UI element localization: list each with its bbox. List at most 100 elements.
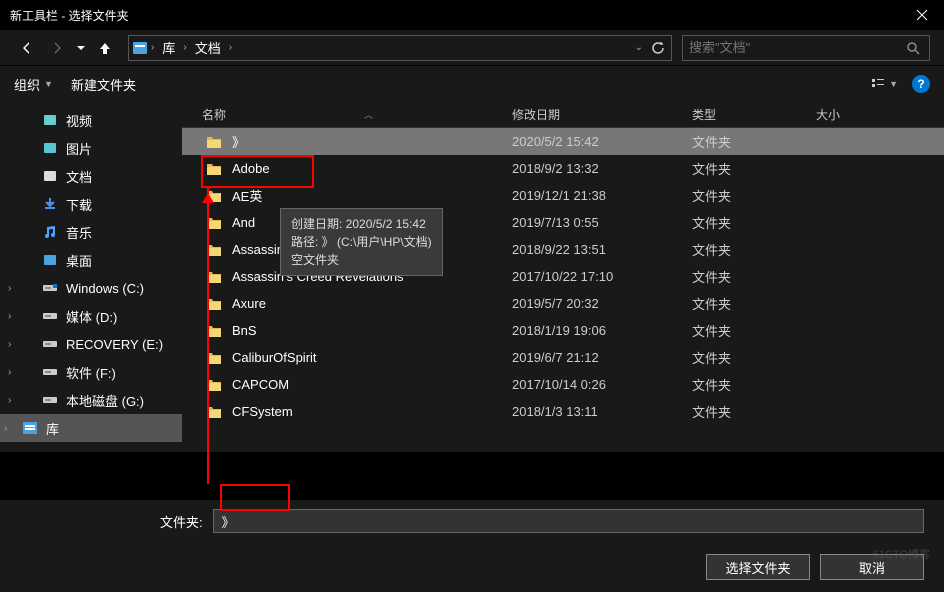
file-name: CaliburOfSpirit: [232, 350, 317, 365]
organize-button[interactable]: 组织▼: [14, 75, 53, 94]
file-date: 2018/1/19 19:06: [512, 323, 692, 338]
sidebar-item-label: 视频: [66, 111, 92, 130]
search-input[interactable]: [689, 40, 903, 55]
sidebar: 视频图片文档下载音乐桌面 › Windows (C:) › 媒体 (D:) ›RECOVE…: [0, 102, 182, 452]
file-row[interactable]: Adobe2018/9/2 13:32文件夹: [182, 155, 944, 182]
file-type: 文件夹: [692, 267, 816, 286]
file-date: 2018/1/3 13:11: [512, 404, 692, 419]
sidebar-item-label: 音乐: [66, 223, 92, 242]
folder-icon: [206, 243, 222, 257]
sidebar-item[interactable]: 图片: [0, 134, 182, 162]
folder-input[interactable]: [213, 509, 924, 533]
sidebar-item-label: 软件 (F:): [66, 363, 116, 382]
file-date: 2019/6/7 21:12: [512, 350, 692, 365]
chevron-right-icon: ›: [229, 42, 232, 53]
chevron-right-icon: ›: [8, 339, 11, 350]
sidebar-item-label: Windows (C:): [66, 281, 144, 296]
file-row[interactable]: CFSystem 2018/1/3 13:11文件夹: [182, 398, 944, 425]
folder-icon: [206, 270, 222, 284]
search-box[interactable]: [682, 35, 930, 61]
file-date: 2020/5/2 15:42: [512, 134, 692, 149]
sidebar-item-label: 下载: [66, 195, 92, 214]
folder-icon: [206, 351, 222, 365]
sidebar-item-label: 库: [46, 419, 59, 438]
nav-recent[interactable]: [74, 35, 88, 61]
file-type: 文件夹: [692, 294, 816, 313]
file-type: 文件夹: [692, 240, 816, 259]
file-date: 2017/10/22 17:10: [512, 269, 692, 284]
sidebar-item[interactable]: ›库: [0, 414, 182, 442]
breadcrumb[interactable]: › 库 › 文档 › ⌄: [128, 35, 672, 61]
chevron-right-icon: ›: [8, 395, 11, 406]
breadcrumb-seg-documents[interactable]: 文档: [187, 38, 229, 57]
file-type: 文件夹: [692, 375, 816, 394]
file-list: 》2020/5/2 15:42文件夹Adobe2018/9/2 13:32文件夹…: [182, 128, 944, 425]
library-icon: [129, 37, 151, 59]
file-row[interactable]: CAPCOM2017/10/14 0:26文件夹: [182, 371, 944, 398]
folder-icon: [206, 297, 222, 311]
chevron-right-icon: ›: [8, 311, 11, 322]
file-row[interactable]: CaliburOfSpirit 2019/6/7 21:12文件夹: [182, 344, 944, 371]
chevron-down-icon[interactable]: ⌄: [635, 42, 643, 53]
search-icon[interactable]: [903, 41, 923, 55]
file-name: CAPCOM: [232, 377, 289, 392]
file-row[interactable]: 》2020/5/2 15:42文件夹: [182, 128, 944, 155]
sidebar-item[interactable]: › 本地磁盘 (G:): [0, 386, 182, 414]
chevron-right-icon: ›: [8, 367, 11, 378]
column-header-type[interactable]: 类型: [692, 106, 816, 123]
folder-icon: [206, 378, 222, 392]
sidebar-item[interactable]: 桌面: [0, 246, 182, 274]
select-folder-button[interactable]: 选择文件夹: [706, 554, 810, 580]
file-row[interactable]: Axure 2019/5/7 20:32文件夹: [182, 290, 944, 317]
file-name: CFSystem: [232, 404, 293, 419]
file-type: 文件夹: [692, 402, 816, 421]
chevron-right-icon: ›: [8, 283, 11, 294]
folder-icon: [206, 189, 222, 203]
folder-icon: [206, 162, 222, 176]
window-title: 新工具栏 - 选择文件夹: [10, 7, 129, 24]
file-type: 文件夹: [692, 348, 816, 367]
sidebar-item-label: 文档: [66, 167, 92, 186]
sidebar-item[interactable]: 视频: [0, 106, 182, 134]
file-type: 文件夹: [692, 159, 816, 178]
breadcrumb-seg-library[interactable]: 库: [154, 38, 183, 57]
view-options[interactable]: ▼: [870, 76, 898, 92]
column-header-name[interactable]: 名称︿: [182, 106, 512, 123]
sidebar-item-label: 桌面: [66, 251, 92, 270]
folder-icon: [206, 216, 222, 230]
file-name: Adobe: [232, 161, 270, 176]
sidebar-item-label: 图片: [66, 139, 92, 158]
sidebar-item[interactable]: ›RECOVERY (E:): [0, 330, 182, 358]
file-name: BnS: [232, 323, 257, 338]
sidebar-item[interactable]: › 媒体 (D:): [0, 302, 182, 330]
file-date: 2019/5/7 20:32: [512, 296, 692, 311]
close-button[interactable]: [910, 3, 934, 27]
sidebar-item[interactable]: 下载: [0, 190, 182, 218]
nav-up[interactable]: [92, 35, 118, 61]
column-header-size[interactable]: 大小: [816, 106, 944, 123]
help-button[interactable]: ?: [912, 75, 930, 93]
folder-label: 文件夹:: [160, 512, 203, 531]
sidebar-item-label: 本地磁盘 (G:): [66, 391, 144, 410]
file-type: 文件夹: [692, 186, 816, 205]
refresh-icon[interactable]: [651, 41, 665, 55]
sidebar-item[interactable]: › 软件 (F:): [0, 358, 182, 386]
file-type: 文件夹: [692, 132, 816, 151]
sidebar-item[interactable]: 音乐: [0, 218, 182, 246]
file-date: 2019/12/1 21:38: [512, 188, 692, 203]
file-type: 文件夹: [692, 321, 816, 340]
file-date: 2018/9/22 13:51: [512, 242, 692, 257]
folder-icon: [206, 405, 222, 419]
view-icon: [870, 76, 886, 92]
nav-forward[interactable]: [44, 35, 70, 61]
file-row[interactable]: AE英2019/12/1 21:38文件夹: [182, 182, 944, 209]
sidebar-item[interactable]: 文档: [0, 162, 182, 190]
sidebar-item-label: 媒体 (D:): [66, 307, 117, 326]
nav-back[interactable]: [14, 35, 40, 61]
close-icon: [916, 9, 928, 21]
sidebar-item[interactable]: › Windows (C:): [0, 274, 182, 302]
file-name: Axure: [232, 296, 266, 311]
new-folder-button[interactable]: 新建文件夹: [71, 75, 136, 94]
file-row[interactable]: BnS 2018/1/19 19:06文件夹: [182, 317, 944, 344]
column-header-date[interactable]: 修改日期: [512, 106, 692, 123]
